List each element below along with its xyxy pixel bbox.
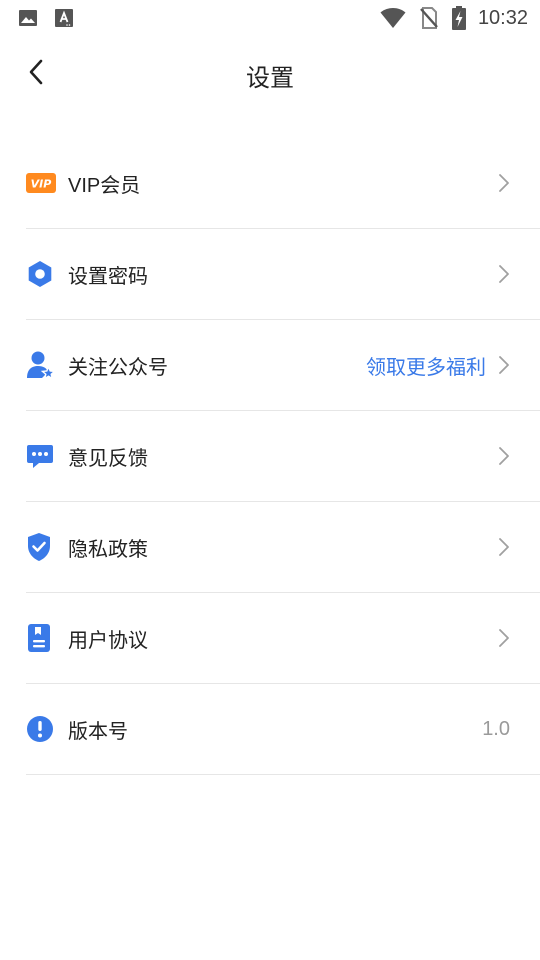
chevron-right-icon <box>498 172 512 194</box>
vip-badge-icon: VIP <box>26 168 56 198</box>
settings-item-promo-link[interactable]: 领取更多福利 <box>366 351 486 380</box>
chevron-right-icon <box>498 263 512 285</box>
app-header: 设置 <box>0 36 540 108</box>
chevron-right-icon <box>498 354 512 376</box>
status-bar-notifications <box>18 8 90 28</box>
shield-check-icon <box>26 532 56 562</box>
status-bar-system: 10:32 <box>380 6 528 30</box>
chevron-right-icon <box>498 627 512 649</box>
settings-item-version: 版本号 1.0 <box>26 684 540 775</box>
settings-item-privacy[interactable]: 隐私政策 <box>26 502 540 593</box>
battery-charging-icon <box>451 6 466 30</box>
settings-item-feedback[interactable]: 意见反馈 <box>26 411 540 502</box>
settings-item-label: 意见反馈 <box>68 447 148 470</box>
document-icon <box>26 623 56 653</box>
settings-item-label: 设置密码 <box>68 265 148 288</box>
gear-icon <box>26 259 56 289</box>
page-title: 设置 <box>246 65 294 92</box>
chevron-right-icon <box>498 445 512 467</box>
wifi-icon <box>380 8 406 28</box>
user-star-icon <box>26 350 56 380</box>
settings-item-label: 用户协议 <box>68 629 148 652</box>
settings-item-label: 隐私政策 <box>68 538 148 561</box>
settings-item-user-agreement[interactable]: 用户协议 <box>26 593 540 684</box>
font-notification-icon <box>55 9 73 27</box>
svg-text:VIP: VIP <box>31 178 52 191</box>
version-number: 1.0 <box>482 717 510 740</box>
status-bar: 10:32 <box>0 0 540 36</box>
status-time: 10:32 <box>477 6 528 29</box>
image-notification-icon <box>19 10 37 26</box>
info-exclamation-icon <box>26 714 56 744</box>
chat-bubble-icon <box>26 441 56 471</box>
no-sim-icon <box>420 7 438 29</box>
settings-item-label: 版本号 <box>68 720 128 743</box>
settings-item-follow-account[interactable]: 关注公众号 领取更多福利 <box>26 320 540 411</box>
settings-item-password[interactable]: 设置密码 <box>26 229 540 320</box>
settings-list: VIP VIP会员 设置密码 关注公众号 领取更多福利 意见反馈 隐私政策 用户… <box>0 138 540 775</box>
settings-item-vip[interactable]: VIP VIP会员 <box>26 138 540 229</box>
chevron-right-icon <box>498 536 512 558</box>
settings-item-label: 关注公众号 <box>68 356 168 379</box>
settings-item-label: VIP会员 <box>68 174 141 197</box>
